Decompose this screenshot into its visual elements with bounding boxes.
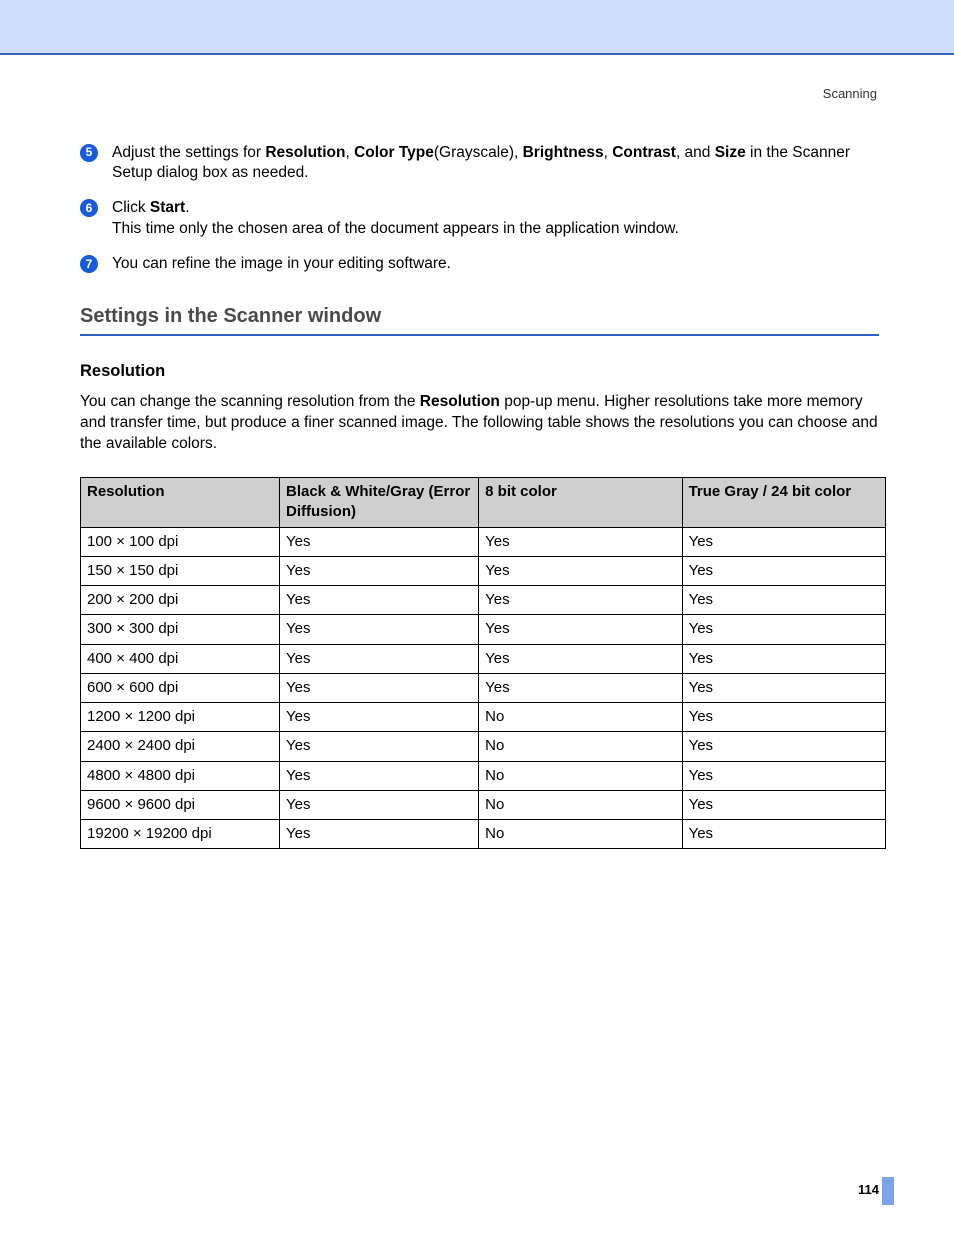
cell-value: Yes bbox=[682, 820, 885, 849]
cell-value: Yes bbox=[682, 732, 885, 761]
table-row: 400 × 400 dpiYesYesYes bbox=[81, 644, 886, 673]
table-row: 2400 × 2400 dpiYesNoYes bbox=[81, 732, 886, 761]
cell-value: Yes bbox=[479, 586, 682, 615]
step-text: You can refine the image in your editing… bbox=[112, 254, 879, 275]
cell-value: Yes bbox=[280, 761, 479, 790]
cell-resolution: 19200 × 19200 dpi bbox=[81, 820, 280, 849]
cell-value: No bbox=[479, 761, 682, 790]
cell-value: Yes bbox=[682, 673, 885, 702]
cell-value: Yes bbox=[682, 644, 885, 673]
document-page: Scanning 5 Adjust the settings for Resolu… bbox=[0, 0, 954, 1235]
cell-value: Yes bbox=[280, 820, 479, 849]
table-row: 9600 × 9600 dpiYesNoYes bbox=[81, 790, 886, 819]
table-header-row: Resolution Black & White/Gray (Error Dif… bbox=[81, 478, 886, 528]
resolution-table: Resolution Black & White/Gray (Error Dif… bbox=[80, 477, 886, 849]
table-row: 150 × 150 dpiYesYesYes bbox=[81, 556, 886, 585]
page-content: Scanning 5 Adjust the settings for Resolu… bbox=[0, 55, 954, 849]
cell-value: Yes bbox=[280, 556, 479, 585]
side-tab-icon bbox=[882, 1177, 894, 1205]
cell-resolution: 150 × 150 dpi bbox=[81, 556, 280, 585]
chapter-label: Scanning bbox=[80, 85, 879, 103]
page-number: 114 bbox=[858, 1181, 879, 1199]
cell-resolution: 400 × 400 dpi bbox=[81, 644, 280, 673]
cell-value: Yes bbox=[682, 703, 885, 732]
cell-value: Yes bbox=[479, 673, 682, 702]
cell-value: Yes bbox=[682, 556, 885, 585]
th-8bit: 8 bit color bbox=[479, 478, 682, 528]
table-row: 19200 × 19200 dpiYesNoYes bbox=[81, 820, 886, 849]
cell-value: No bbox=[479, 820, 682, 849]
step-item: 6 Click Start.This time only the chosen a… bbox=[80, 198, 879, 240]
cell-value: Yes bbox=[280, 527, 479, 556]
cell-value: Yes bbox=[682, 586, 885, 615]
cell-value: No bbox=[479, 703, 682, 732]
cell-value: Yes bbox=[682, 790, 885, 819]
cell-value: Yes bbox=[682, 615, 885, 644]
cell-value: Yes bbox=[479, 615, 682, 644]
cell-resolution: 9600 × 9600 dpi bbox=[81, 790, 280, 819]
cell-resolution: 100 × 100 dpi bbox=[81, 527, 280, 556]
table-row: 600 × 600 dpiYesYesYes bbox=[81, 673, 886, 702]
cell-value: Yes bbox=[280, 732, 479, 761]
cell-value: No bbox=[479, 790, 682, 819]
cell-resolution: 1200 × 1200 dpi bbox=[81, 703, 280, 732]
cell-value: Yes bbox=[280, 615, 479, 644]
cell-value: Yes bbox=[280, 586, 479, 615]
cell-resolution: 4800 × 4800 dpi bbox=[81, 761, 280, 790]
step-text: Adjust the settings for Resolution, Colo… bbox=[112, 143, 879, 185]
th-resolution: Resolution bbox=[81, 478, 280, 528]
step-number-bullet: 5 bbox=[80, 144, 98, 162]
table-row: 300 × 300 dpiYesYesYes bbox=[81, 615, 886, 644]
step-number-bullet: 6 bbox=[80, 199, 98, 217]
th-truegray: True Gray / 24 bit color bbox=[682, 478, 885, 528]
section-heading: Settings in the Scanner window bbox=[80, 303, 879, 336]
cell-value: Yes bbox=[479, 556, 682, 585]
th-bw: Black & White/Gray (Error Diffusion) bbox=[280, 478, 479, 528]
cell-resolution: 2400 × 2400 dpi bbox=[81, 732, 280, 761]
cell-resolution: 200 × 200 dpi bbox=[81, 586, 280, 615]
cell-value: Yes bbox=[280, 790, 479, 819]
cell-value: Yes bbox=[479, 644, 682, 673]
top-header-bar bbox=[0, 0, 954, 53]
cell-value: No bbox=[479, 732, 682, 761]
cell-value: Yes bbox=[682, 761, 885, 790]
step-item: 5 Adjust the settings for Resolution, Col… bbox=[80, 143, 879, 185]
cell-resolution: 600 × 600 dpi bbox=[81, 673, 280, 702]
cell-value: Yes bbox=[479, 527, 682, 556]
cell-value: Yes bbox=[280, 673, 479, 702]
table-row: 200 × 200 dpiYesYesYes bbox=[81, 586, 886, 615]
table-row: 100 × 100 dpiYesYesYes bbox=[81, 527, 886, 556]
table-row: 4800 × 4800 dpiYesNoYes bbox=[81, 761, 886, 790]
step-text: Click Start.This time only the chosen ar… bbox=[112, 198, 879, 240]
cell-value: Yes bbox=[280, 703, 479, 732]
table-row: 1200 × 1200 dpiYesNoYes bbox=[81, 703, 886, 732]
cell-value: Yes bbox=[682, 527, 885, 556]
step-item: 7 You can refine the image in your editin… bbox=[80, 254, 879, 275]
subsection-heading: Resolution bbox=[80, 360, 879, 382]
intro-paragraph: You can change the scanning resolution f… bbox=[80, 392, 879, 455]
steps-list: 5 Adjust the settings for Resolution, Col… bbox=[80, 143, 879, 276]
cell-value: Yes bbox=[280, 644, 479, 673]
step-number-bullet: 7 bbox=[80, 255, 98, 273]
cell-resolution: 300 × 300 dpi bbox=[81, 615, 280, 644]
